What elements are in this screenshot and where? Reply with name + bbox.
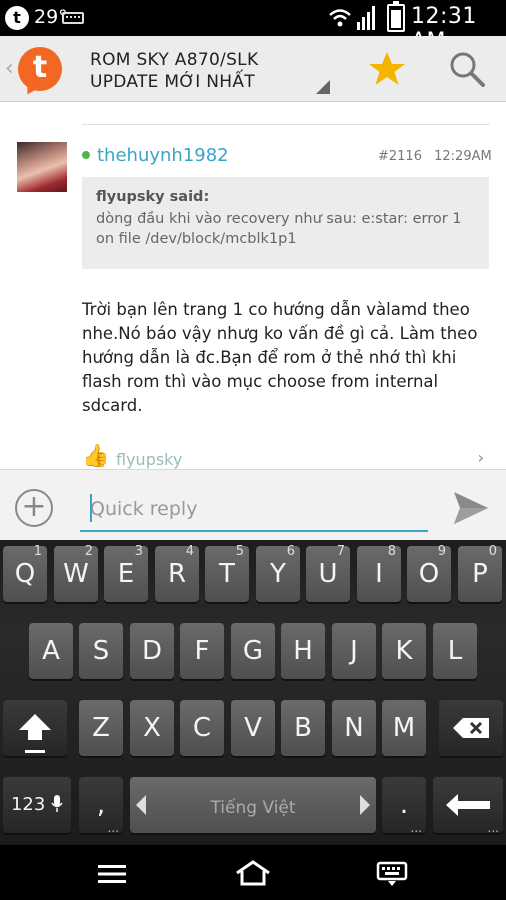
key-u[interactable]: U7 bbox=[306, 544, 350, 602]
key-j[interactable]: J bbox=[332, 623, 376, 679]
language-prev-icon bbox=[136, 795, 146, 815]
avatar[interactable] bbox=[17, 142, 67, 192]
navigation-bar bbox=[0, 845, 506, 900]
key-p[interactable]: P0 bbox=[458, 544, 502, 602]
keyboard-notification-icon bbox=[62, 12, 84, 24]
star-icon[interactable] bbox=[368, 50, 406, 88]
key-y[interactable]: Y6 bbox=[256, 544, 300, 602]
key-i[interactable]: I8 bbox=[357, 544, 401, 602]
search-icon[interactable] bbox=[448, 50, 486, 88]
post-meta: #2116 12:29AM bbox=[378, 149, 492, 164]
thread-title[interactable]: ROM SKY A870/SLK UPDATE MỚI NHẤT bbox=[90, 49, 330, 93]
key-c[interactable]: C bbox=[180, 700, 224, 756]
key-t[interactable]: T5 bbox=[205, 544, 249, 602]
key-d[interactable]: D bbox=[130, 623, 174, 679]
key-l[interactable]: L bbox=[433, 623, 477, 679]
key-b[interactable]: B bbox=[281, 700, 325, 756]
post-username[interactable]: thehuynh1982 bbox=[97, 145, 229, 166]
key-n[interactable]: N bbox=[332, 700, 376, 756]
post-time: 12:29AM bbox=[434, 149, 492, 164]
key-e[interactable]: E3 bbox=[104, 544, 148, 602]
signal-icon bbox=[357, 6, 375, 30]
key-s[interactable]: S bbox=[79, 623, 123, 679]
liked-by-user[interactable]: flyupsky bbox=[116, 450, 182, 469]
key-g[interactable]: G bbox=[231, 623, 275, 679]
text-cursor bbox=[90, 494, 92, 522]
space-key[interactable]: Tiếng Việt bbox=[130, 777, 376, 833]
shift-arrow-icon bbox=[19, 714, 51, 740]
send-icon[interactable] bbox=[452, 490, 490, 526]
add-icon[interactable]: + bbox=[15, 489, 53, 527]
quote-text: dòng đầu khi vào recovery như sau: e:sta… bbox=[96, 211, 462, 247]
key-h[interactable]: H bbox=[281, 623, 325, 679]
enter-key[interactable]: ... bbox=[433, 777, 503, 835]
title-dropdown-caret-icon[interactable] bbox=[316, 80, 330, 94]
tapatalk-notification-icon: t bbox=[5, 6, 29, 30]
home-icon[interactable] bbox=[234, 859, 272, 887]
back-chevron-icon[interactable]: ‹ bbox=[5, 56, 14, 81]
wifi-icon bbox=[329, 9, 351, 27]
soft-keyboard: Q1 W2 E3 R4 T5 Y6 U7 I8 O9 P0 A S D F G … bbox=[0, 540, 506, 845]
chevron-right-icon[interactable]: › bbox=[478, 448, 484, 467]
menu-icon[interactable] bbox=[96, 863, 128, 885]
comma-key[interactable]: , ... bbox=[79, 777, 123, 835]
quote-author: flyupsky said: bbox=[96, 189, 210, 205]
key-f[interactable]: F bbox=[180, 623, 224, 679]
symbols-key[interactable]: 123 bbox=[3, 777, 71, 833]
divider bbox=[82, 124, 490, 125]
key-z[interactable]: Z bbox=[79, 700, 123, 756]
key-m[interactable]: M bbox=[382, 700, 426, 756]
post-number: #2116 bbox=[378, 149, 422, 164]
backspace-key[interactable] bbox=[439, 700, 503, 756]
shift-key[interactable] bbox=[3, 700, 67, 756]
tapatalk-logo-icon[interactable]: t bbox=[18, 47, 62, 91]
period-key[interactable]: . ... bbox=[382, 777, 426, 835]
like-row[interactable]: 👍 flyupsky › bbox=[82, 444, 490, 469]
thumbs-up-icon: 👍 bbox=[82, 444, 110, 469]
online-status-icon bbox=[82, 151, 90, 159]
battery-icon bbox=[387, 1, 405, 32]
key-a[interactable]: A bbox=[29, 623, 73, 679]
post-list[interactable]: thehuynh1982 #2116 12:29AM flyupsky said… bbox=[0, 102, 506, 469]
key-o[interactable]: O9 bbox=[407, 544, 451, 602]
key-x[interactable]: X bbox=[130, 700, 174, 756]
key-w[interactable]: W2 bbox=[54, 544, 98, 602]
microphone-icon bbox=[51, 795, 63, 812]
app-header: ‹ t ROM SKY A870/SLK UPDATE MỚI NHẤT bbox=[0, 36, 506, 102]
quick-reply-bar: + bbox=[0, 469, 506, 540]
quote-block: flyupsky said: dòng đầu khi vào recovery… bbox=[82, 177, 489, 269]
status-bar: t 29° 12:31 AM bbox=[0, 0, 506, 54]
enter-arrow-icon bbox=[446, 794, 490, 816]
keyboard-icon[interactable] bbox=[376, 861, 408, 887]
backspace-icon bbox=[453, 718, 489, 738]
quick-reply-input[interactable] bbox=[80, 488, 428, 532]
key-v[interactable]: V bbox=[231, 700, 275, 756]
language-next-icon bbox=[360, 795, 370, 815]
post-body: Trời bạn lên trang 1 co hướng dẫn vàlamd… bbox=[82, 300, 478, 415]
key-q[interactable]: Q1 bbox=[3, 544, 47, 602]
key-k[interactable]: K bbox=[382, 623, 426, 679]
shift-indicator bbox=[25, 750, 45, 753]
key-r[interactable]: R4 bbox=[155, 544, 199, 602]
